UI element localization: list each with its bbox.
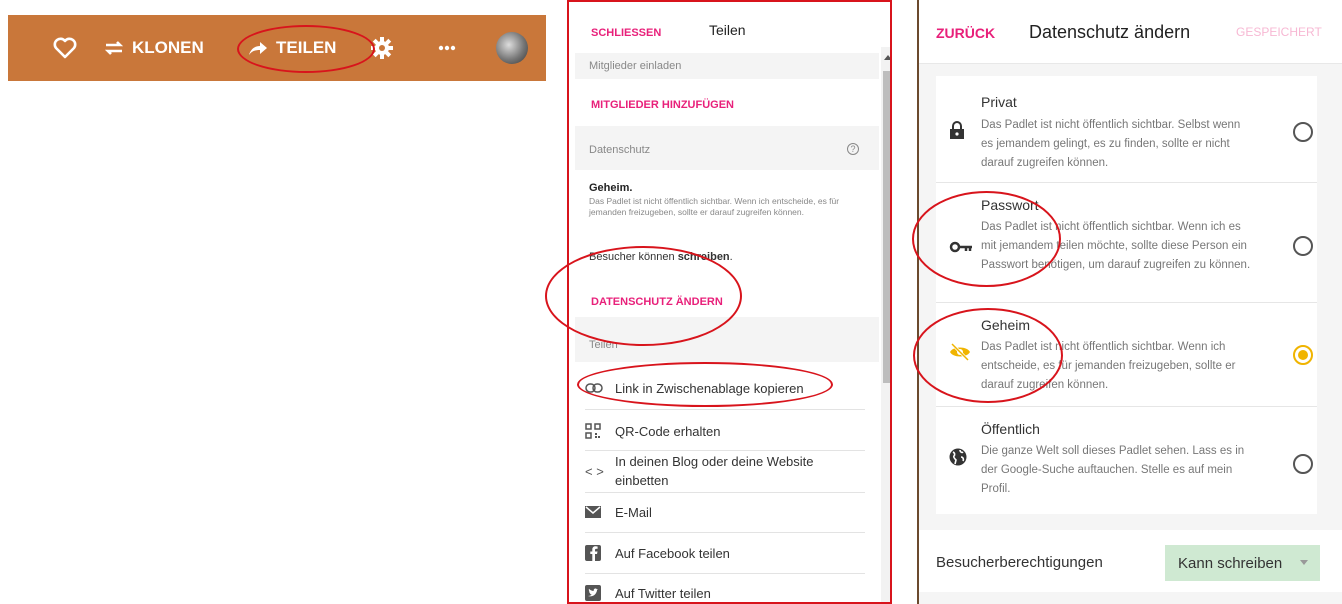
visitor-permissions-row: Besucherberechtigungen Kann schreiben: [919, 530, 1342, 592]
scroll-up-arrow-icon[interactable]: [884, 55, 890, 60]
heart-button[interactable]: [53, 15, 77, 81]
more-dots-icon: [438, 45, 456, 51]
clone-label: KLONEN: [132, 38, 204, 57]
privacy-header: ZURÜCK Datenschutz ändern GESPEICHERT: [919, 0, 1342, 64]
mail-icon: [585, 506, 601, 518]
more-button[interactable]: [438, 15, 456, 81]
facebook-icon: [585, 545, 601, 561]
help-icon[interactable]: ?: [847, 143, 859, 155]
divider: [585, 573, 865, 574]
privacy-name: Geheim.: [589, 182, 633, 194]
scrollbar[interactable]: [881, 47, 890, 602]
close-button[interactable]: SCHLIESSEN: [591, 23, 661, 41]
heart-icon: [53, 37, 77, 59]
annotation-circle: [577, 362, 833, 407]
privacy-title: Datenschutz ändern: [1029, 22, 1191, 42]
radio-public[interactable]: [1293, 454, 1313, 474]
privacy-panel: ZURÜCK Datenschutz ändern GESPEICHERT Pr…: [917, 0, 1342, 604]
annotation-circle: [912, 191, 1061, 287]
clone-button[interactable]: KLONEN: [104, 15, 204, 81]
add-members-label: MITGLIEDER HINZUFÜGEN: [591, 99, 734, 111]
radio-private[interactable]: [1293, 122, 1313, 142]
section-header-members: Mitglieder einladen: [575, 53, 879, 79]
radio-secret[interactable]: [1293, 345, 1313, 365]
divider: [585, 532, 865, 533]
permissions-value: Kann schreiben: [1178, 554, 1283, 572]
back-button[interactable]: ZURÜCK: [936, 25, 995, 41]
add-members-button[interactable]: MITGLIEDER HINZUFÜGEN: [591, 95, 734, 113]
permissions-label: Besucherberechtigungen: [936, 554, 1103, 571]
divider: [585, 409, 865, 410]
clone-icon: [104, 41, 124, 55]
chevron-down-icon: [1300, 560, 1308, 565]
qr-code-icon: [585, 423, 601, 439]
divider: [585, 492, 865, 493]
close-label: SCHLIESSEN: [591, 27, 662, 39]
divider: [585, 450, 865, 451]
avatar[interactable]: [496, 32, 528, 64]
saved-status: GESPEICHERT: [1236, 25, 1322, 39]
qr-code-item[interactable]: QR-Code erhalten: [585, 418, 865, 444]
panel-title: Teilen: [709, 22, 746, 38]
privacy-option-private[interactable]: Privat Das Padlet ist nicht öffentlich s…: [936, 76, 1317, 183]
annotation-circle: [237, 25, 375, 73]
twitter-icon: [585, 585, 601, 601]
permissions-dropdown[interactable]: Kann schreiben: [1165, 545, 1320, 581]
globe-icon: [949, 448, 967, 466]
scrollbar-thumb[interactable]: [883, 71, 890, 383]
email-item[interactable]: E-Mail: [585, 499, 865, 525]
section-header-privacy: Datenschutz ?: [575, 126, 879, 170]
annotation-circle: [545, 246, 742, 346]
facebook-item[interactable]: Auf Facebook teilen: [585, 540, 865, 566]
lock-icon: [950, 121, 964, 139]
privacy-description: Das Padlet ist nicht öffentlich sichtbar…: [589, 196, 840, 217]
radio-password[interactable]: [1293, 236, 1313, 256]
privacy-options: Privat Das Padlet ist nicht öffentlich s…: [936, 76, 1317, 514]
privacy-option-public[interactable]: Öffentlich Die ganze Welt soll dieses Pa…: [936, 407, 1317, 514]
embed-item[interactable]: < > In deinen Blog oder deine Website ei…: [585, 452, 865, 490]
annotation-circle: [913, 308, 1063, 403]
twitter-item[interactable]: Auf Twitter teilen: [585, 580, 865, 602]
code-icon: < >: [585, 463, 604, 479]
